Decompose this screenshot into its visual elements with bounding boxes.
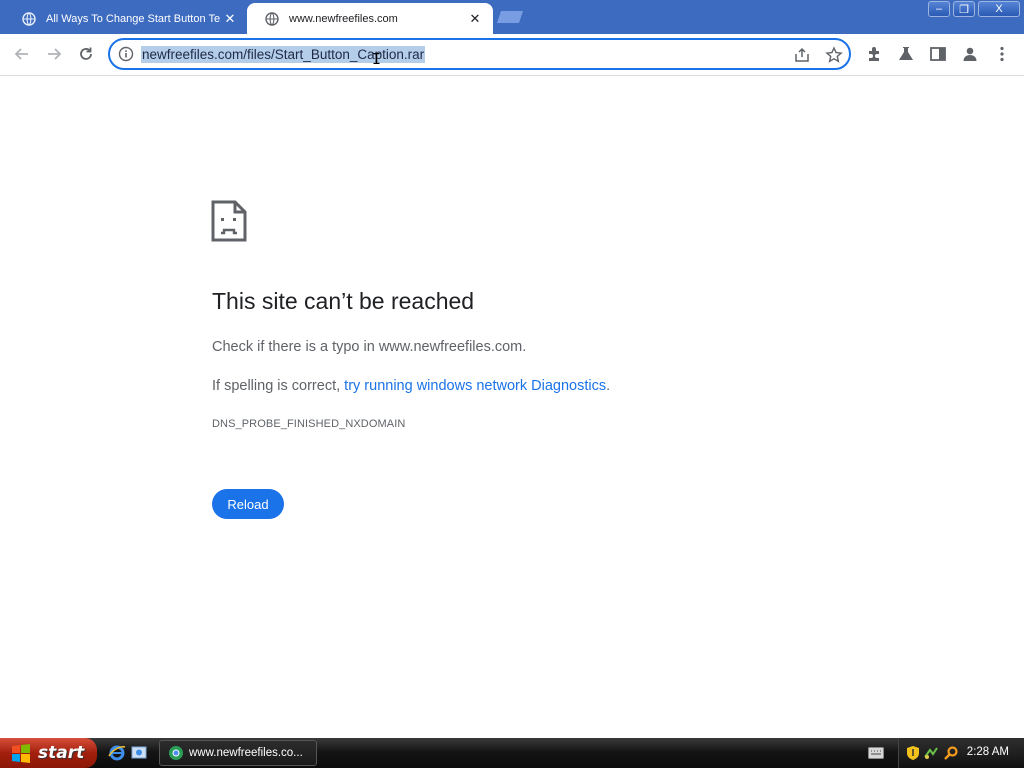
- error-code: DNS_PROBE_FINISHED_NXDOMAIN: [212, 418, 406, 430]
- windows-logo-icon: [12, 744, 30, 763]
- tab-change-start-button[interactable]: All Ways To Change Start Button Te ✕: [4, 3, 248, 34]
- tab-title: All Ways To Change Start Button Te: [46, 12, 221, 25]
- start-button[interactable]: start: [0, 738, 97, 768]
- search-magnifier-icon[interactable]: [943, 745, 959, 761]
- info-icon[interactable]: [118, 46, 134, 62]
- tab-newfreefiles[interactable]: www.newfreefiles.com ✕: [247, 3, 493, 34]
- browser-toolbar: newfreefiles.com/files/Start_Button_Capt…: [0, 34, 1024, 76]
- globe-icon: [265, 11, 279, 26]
- restore-button[interactable]: ❐: [953, 1, 975, 17]
- side-panel-icon[interactable]: [929, 45, 947, 63]
- tab-close-icon[interactable]: ✕: [222, 11, 238, 27]
- arrow-right-icon: [48, 48, 62, 60]
- close-window-button[interactable]: X: [978, 1, 1020, 17]
- network-icon[interactable]: [923, 745, 939, 761]
- system-tray: 2:28 AM: [898, 738, 1024, 768]
- sad-document-icon: [211, 200, 247, 242]
- refresh-icon: [80, 47, 92, 60]
- taskbar-item-label: www.newfreefiles.co...: [189, 747, 303, 759]
- forward-button[interactable]: [42, 42, 66, 66]
- error-heading: This site can’t be reached: [212, 288, 475, 314]
- address-bar[interactable]: newfreefiles.com/files/Start_Button_Capt…: [108, 38, 851, 70]
- reload-toolbar-button[interactable]: [74, 42, 98, 66]
- reload-button[interactable]: Reload: [212, 489, 284, 519]
- minimize-button[interactable]: –: [928, 1, 950, 17]
- share-icon[interactable]: [793, 46, 811, 64]
- text-cursor-icon: I: [372, 50, 382, 68]
- internet-explorer-icon[interactable]: [108, 744, 126, 762]
- tab-close-icon[interactable]: ✕: [467, 11, 483, 27]
- diagnostics-prefix: If spelling is correct,: [212, 378, 345, 394]
- globe-icon: [22, 11, 36, 26]
- taskbar: start www.newfreefiles.co... 2:28 AM: [0, 738, 1024, 768]
- keyboard-icon[interactable]: [868, 747, 884, 759]
- tab-title: www.newfreefiles.com: [289, 12, 398, 25]
- diagnostics-hint: If spelling is correct, try running wind…: [212, 378, 610, 394]
- star-icon[interactable]: [825, 46, 843, 64]
- taskbar-item-browser[interactable]: www.newfreefiles.co...: [159, 740, 317, 766]
- tab-strip: All Ways To Change Start Button Te ✕ www…: [0, 0, 1024, 34]
- url-text[interactable]: newfreefiles.com/files/Start_Button_Capt…: [141, 46, 426, 63]
- back-button[interactable]: [10, 42, 34, 66]
- clock[interactable]: 2:28 AM: [967, 746, 1009, 758]
- new-tab-button[interactable]: [497, 10, 527, 24]
- show-desktop-icon[interactable]: [130, 744, 148, 762]
- arrow-left-icon: [14, 48, 28, 60]
- typo-hint-text: Check if there is a typo in www.newfreef…: [212, 339, 527, 355]
- chrome-icon: [169, 746, 183, 760]
- profile-icon[interactable]: [961, 45, 979, 63]
- flask-icon[interactable]: [897, 45, 915, 63]
- diagnostics-suffix: .: [606, 378, 611, 394]
- diagnostics-link[interactable]: try running windows network Diagnostics: [344, 378, 606, 394]
- start-label: start: [38, 743, 85, 763]
- extensions-puzzle-icon[interactable]: [865, 45, 883, 63]
- more-menu-icon[interactable]: [993, 45, 1011, 63]
- security-shield-icon[interactable]: [905, 745, 921, 761]
